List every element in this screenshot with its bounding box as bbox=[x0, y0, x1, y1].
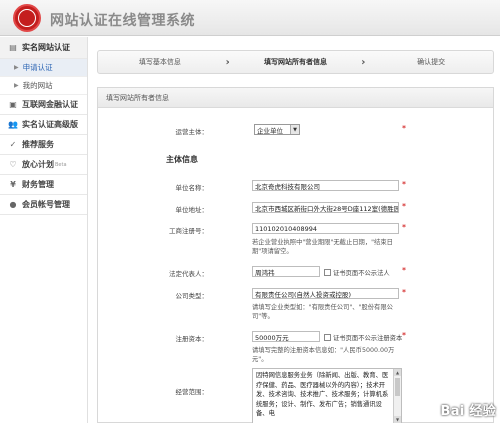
required-mark: * bbox=[402, 331, 406, 340]
checkbox-label: 证书页面不公示法人 bbox=[333, 270, 390, 277]
sidebar-item-label: 会员帐号管理 bbox=[22, 200, 70, 209]
triangle-right-icon: ▶ bbox=[14, 64, 19, 71]
chevron-right-icon: › bbox=[361, 56, 366, 68]
sidebar-item-label: 互联网金融认证 bbox=[22, 100, 78, 109]
sidebar-subitem-my-sites[interactable]: ▶ 我的网站 bbox=[0, 77, 87, 95]
reg-no-input[interactable]: 110102010408994 bbox=[252, 223, 399, 234]
required-mark: * bbox=[402, 266, 406, 275]
sidebar-item-recommend[interactable]: ✓ 推荐服务 bbox=[0, 135, 87, 155]
scope-label: 经营范围： bbox=[175, 388, 209, 396]
section-title: 主体信息 bbox=[166, 155, 198, 164]
sidebar: ▤ 实名网站认证 ▶ 申请认证 ▶ 我的网站 ▣ 互联网金融认证 👥 实名认证高… bbox=[0, 37, 88, 423]
required-mark: * bbox=[402, 124, 406, 133]
yen-icon: ¥ bbox=[10, 180, 16, 189]
owner-type-label: 运营主体： bbox=[175, 128, 209, 136]
owner-type-select[interactable]: 企业单位 ▼ bbox=[254, 124, 300, 135]
step-basic-info: 填写基本信息 bbox=[138, 58, 181, 66]
hide-capital-checkbox[interactable]: 证书页面不公示注册资本 bbox=[324, 333, 402, 342]
reg-no-hint: 若企业营业执照中"营业期限"无截止日期，"结束日期"项请留空。 bbox=[252, 239, 393, 255]
company-type-hint: 请填写企业类型如："有限责任公司"、"股份有限公司"等。 bbox=[252, 304, 393, 320]
reg-no-label: 工商注册号： bbox=[169, 227, 208, 235]
scope-text: 因特网信息服务业务（除新闻、出版、教育、医疗保健、药品、医疗器械以外的内容）；技… bbox=[256, 372, 389, 417]
hide-legal-rep-checkbox[interactable]: 证书页面不公示法人 bbox=[324, 268, 390, 277]
sidebar-subitem-label: 我的网站 bbox=[22, 81, 53, 90]
sidebar-item-finance-cert[interactable]: ▣ 互联网金融认证 bbox=[0, 95, 87, 115]
checkbox-box[interactable] bbox=[324, 334, 331, 341]
watermark: Bai 经验 bbox=[440, 404, 496, 419]
company-address-input[interactable]: 北京市西城区新街口外大街28号D座112室(德胜园区) bbox=[252, 202, 399, 213]
scope-scrollbar[interactable]: ▲ ▼ bbox=[393, 369, 401, 423]
panel-title: 填写网站所有者信息 bbox=[98, 88, 493, 108]
sidebar-item-label: 财务管理 bbox=[22, 180, 54, 189]
user-icon: ● bbox=[9, 200, 17, 209]
scroll-thumb[interactable] bbox=[395, 378, 400, 396]
site-title: 网站认证在线管理系统 bbox=[50, 13, 195, 29]
scroll-up-icon[interactable]: ▲ bbox=[394, 369, 401, 376]
checkbox-label: 证书页面不公示注册资本 bbox=[333, 335, 403, 342]
legal-rep-label: 法定代表人： bbox=[169, 270, 208, 278]
logo-ring bbox=[18, 9, 36, 27]
sidebar-item-trust-plan[interactable]: ♡ 放心计划 Beta bbox=[0, 155, 87, 175]
required-mark: * bbox=[402, 202, 406, 211]
document-icon: ▤ bbox=[9, 43, 17, 52]
company-type-label: 公司类型： bbox=[175, 292, 209, 300]
thumbs-up-icon: ✓ bbox=[9, 140, 17, 149]
checkbox-box[interactable] bbox=[324, 269, 331, 276]
sidebar-item-label: 推荐服务 bbox=[22, 140, 54, 149]
capital-input[interactable]: 50000万元 bbox=[252, 331, 320, 342]
owner-info-panel: 填写网站所有者信息 运营主体： 企业单位 ▼ * 主体信息 单位名称： 北京奇虎… bbox=[97, 87, 494, 423]
company-address-label: 单位地址： bbox=[175, 206, 209, 214]
owner-type-value: 企业单位 bbox=[257, 126, 283, 135]
required-mark: * bbox=[402, 223, 406, 232]
step-confirm: 确认提交 bbox=[417, 58, 446, 66]
sidebar-subitem-label: 申请认证 bbox=[22, 63, 53, 72]
required-mark: * bbox=[402, 180, 406, 189]
company-name-label: 单位名称： bbox=[175, 184, 209, 192]
sidebar-subitem-apply[interactable]: ▶ 申请认证 bbox=[0, 59, 87, 77]
chevron-right-icon: › bbox=[225, 56, 230, 68]
sidebar-item-account[interactable]: ● 会员帐号管理 bbox=[0, 195, 87, 215]
legal-rep-input[interactable]: 周鸿祎 bbox=[252, 266, 320, 277]
scroll-down-icon[interactable]: ▼ bbox=[394, 416, 401, 423]
chevron-down-icon: ▼ bbox=[290, 125, 299, 134]
company-name-input[interactable]: 北京奇虎科技有限公司 bbox=[252, 180, 399, 191]
coin-icon: ▣ bbox=[9, 100, 17, 109]
sidebar-item-label: 实名认证高级版 bbox=[22, 120, 78, 129]
logo[interactable] bbox=[13, 4, 41, 32]
triangle-right-icon: ▶ bbox=[14, 82, 19, 89]
sidebar-item-finance[interactable]: ¥ 财务管理 bbox=[0, 175, 87, 195]
required-mark: * bbox=[402, 288, 406, 297]
capital-label: 注册资本： bbox=[175, 335, 209, 343]
sidebar-item-advanced-cert[interactable]: 👥 实名认证高级版 bbox=[0, 115, 87, 135]
scope-textarea[interactable]: 因特网信息服务业务（除新闻、出版、教育、医疗保健、药品、医疗器械以外的内容）；技… bbox=[252, 368, 402, 423]
heart-icon: ♡ bbox=[9, 160, 17, 169]
company-type-input[interactable]: 有限责任公司(自然人投资或控股) bbox=[252, 288, 399, 299]
step-owner-info: 填写网站所有者信息 bbox=[264, 58, 327, 66]
sidebar-item-real-name-site[interactable]: ▤ 实名网站认证 bbox=[0, 37, 87, 59]
people-icon: 👥 bbox=[8, 120, 18, 129]
sidebar-item-label: 放心计划 bbox=[22, 160, 54, 169]
beta-badge: Beta bbox=[55, 161, 67, 168]
capital-hint: 请填写完整的注册资本信息如："人民币5000.00万元"。 bbox=[252, 347, 395, 363]
sidebar-item-label: 实名网站认证 bbox=[22, 43, 70, 52]
app-header: 网站认证在线管理系统 bbox=[0, 0, 500, 36]
progress-steps: 填写基本信息 › 填写网站所有者信息 › 确认提交 bbox=[97, 50, 494, 74]
